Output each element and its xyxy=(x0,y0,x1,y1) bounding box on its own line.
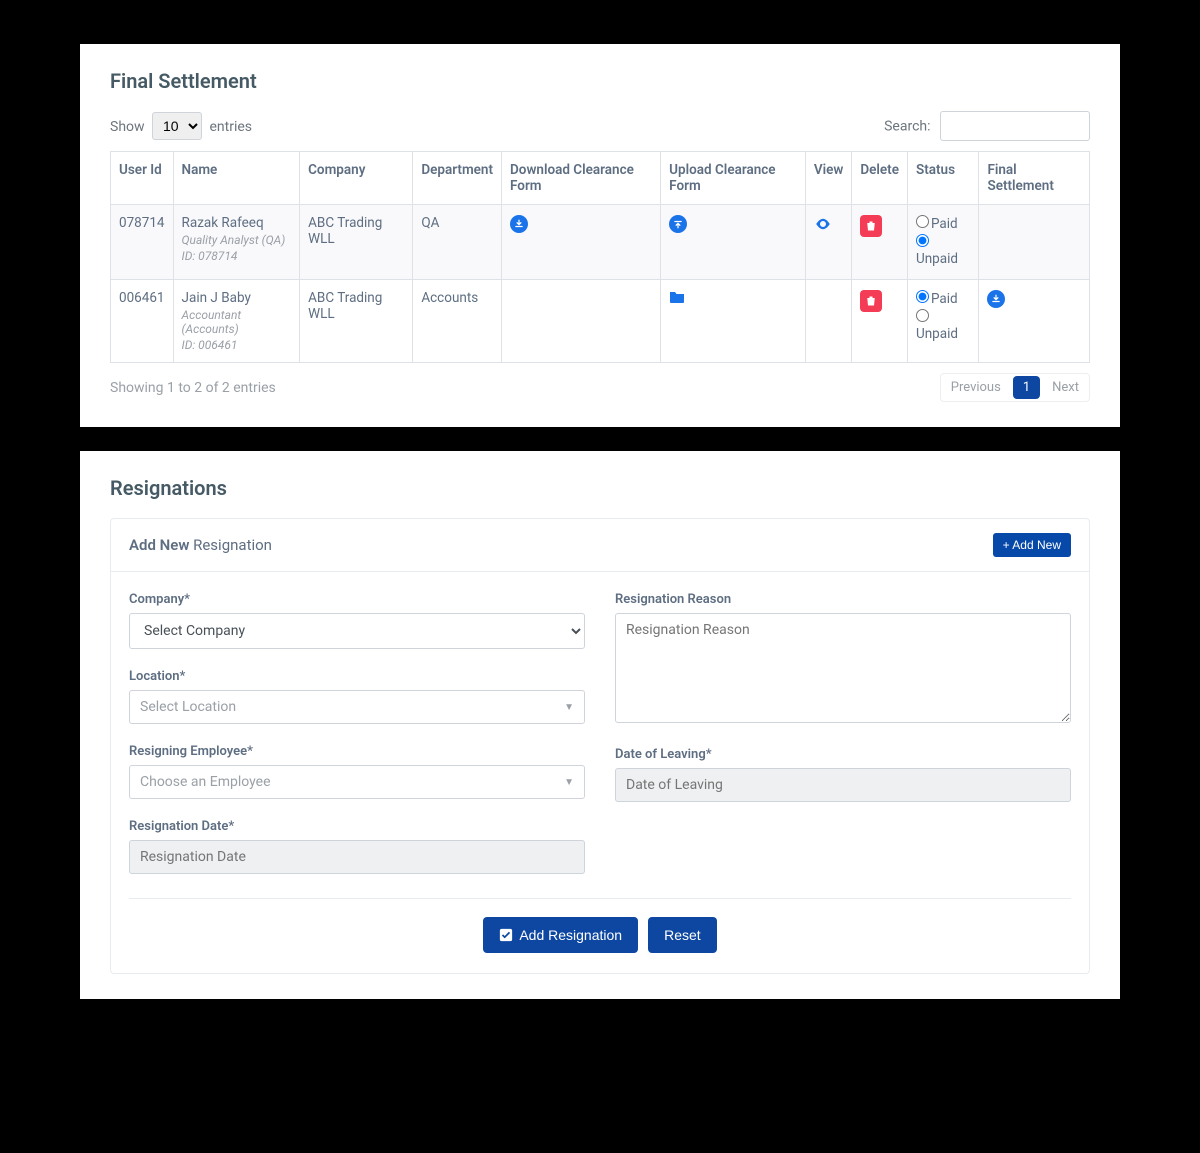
cell-status: Paid Unpaid xyxy=(907,205,978,280)
entries-select[interactable]: 10 xyxy=(152,112,202,140)
card-header: Add New Resignation + Add New xyxy=(111,519,1089,572)
view-icon[interactable] xyxy=(814,221,832,237)
cell-view xyxy=(805,205,852,280)
cell-upload xyxy=(661,280,806,363)
leaving-label: Date of Leaving* xyxy=(615,747,1071,762)
table-body: 078714Razak RafeeqQuality Analyst (QA)ID… xyxy=(111,205,1090,363)
employee-placeholder: Choose an Employee xyxy=(140,774,271,790)
chevron-down-icon: ▼ xyxy=(564,777,574,788)
page-1[interactable]: 1 xyxy=(1013,376,1040,399)
cell-department: Accounts xyxy=(413,280,502,363)
datatable-footer: Showing 1 to 2 of 2 entries Previous 1 N… xyxy=(110,373,1090,402)
search-input[interactable] xyxy=(940,111,1090,141)
cell-final xyxy=(979,280,1090,363)
col-user-id[interactable]: User Id xyxy=(111,152,174,205)
reset-button[interactable]: Reset xyxy=(648,917,717,953)
cell-download xyxy=(502,205,661,280)
col-name[interactable]: Name xyxy=(173,152,300,205)
search-label: Search: xyxy=(884,119,930,135)
delete-button[interactable] xyxy=(860,215,882,237)
company-label: Company* xyxy=(129,592,585,607)
cell-department: QA xyxy=(413,205,502,280)
delete-button[interactable] xyxy=(860,290,882,312)
col-status[interactable]: Status xyxy=(907,152,978,205)
settlement-table: User Id Name Company Department Download… xyxy=(110,151,1090,363)
download-icon[interactable] xyxy=(510,215,528,233)
cell-user-id: 006461 xyxy=(111,280,174,363)
location-placeholder: Select Location xyxy=(140,699,236,715)
name-id: ID: 078714 xyxy=(182,249,292,263)
add-resignation-card: Add New Resignation + Add New Company* S… xyxy=(110,518,1090,974)
entries-length: Show 10 entries xyxy=(110,112,252,140)
resignation-date-input[interactable] xyxy=(129,840,585,874)
cell-final xyxy=(979,205,1090,280)
reason-textarea[interactable] xyxy=(615,613,1071,723)
leaving-date-input[interactable] xyxy=(615,768,1071,802)
location-select[interactable]: Select Location ▼ xyxy=(129,690,585,724)
employee-label: Resigning Employee* xyxy=(129,744,585,759)
status-paid[interactable]: Paid xyxy=(916,290,970,307)
card-body: Company* Select Company Location* Select… xyxy=(111,572,1089,973)
col-company[interactable]: Company xyxy=(300,152,413,205)
cell-company: ABC Trading WLL xyxy=(300,280,413,363)
col-delete[interactable]: Delete xyxy=(852,152,908,205)
resignations-panel: Resignations Add New Resignation + Add N… xyxy=(80,451,1120,999)
search-wrap: Search: xyxy=(884,111,1090,141)
cell-status: Paid Unpaid xyxy=(907,280,978,363)
card-title: Add New Resignation xyxy=(129,536,272,554)
location-label: Location* xyxy=(129,669,585,684)
add-resignation-button[interactable]: Add Resignation xyxy=(483,917,638,953)
cell-user-id: 078714 xyxy=(111,205,174,280)
add-new-button[interactable]: + Add New xyxy=(993,533,1071,557)
check-square-icon xyxy=(499,928,513,942)
col-upload[interactable]: Upload Clearance Form xyxy=(661,152,806,205)
page-title: Resignations xyxy=(110,476,1090,500)
cell-upload xyxy=(661,205,806,280)
name-role: Quality Analyst (QA) xyxy=(182,233,292,247)
entries-label: entries xyxy=(210,119,253,135)
table-row: 006461Jain J BabyAccountant (Accounts)ID… xyxy=(111,280,1090,363)
reason-label: Resignation Reason xyxy=(615,592,1071,607)
cell-company: ABC Trading WLL xyxy=(300,205,413,280)
col-view[interactable]: View xyxy=(805,152,852,205)
company-select[interactable]: Select Company xyxy=(129,613,585,649)
page-previous[interactable]: Previous xyxy=(943,376,1009,399)
col-department[interactable]: Department xyxy=(413,152,502,205)
cell-delete xyxy=(852,205,908,280)
datatable-controls: Show 10 entries Search: xyxy=(110,111,1090,141)
page-title: Final Settlement xyxy=(110,69,1090,93)
chevron-down-icon: ▼ xyxy=(564,702,574,713)
name-role: Accountant (Accounts) xyxy=(182,308,292,336)
cell-delete xyxy=(852,280,908,363)
table-row: 078714Razak RafeeqQuality Analyst (QA)ID… xyxy=(111,205,1090,280)
upload-icon[interactable] xyxy=(669,215,687,233)
employee-select[interactable]: Choose an Employee ▼ xyxy=(129,765,585,799)
status-unpaid[interactable]: Unpaid xyxy=(916,309,970,342)
col-download[interactable]: Download Clearance Form xyxy=(502,152,661,205)
page-next[interactable]: Next xyxy=(1044,376,1087,399)
col-final[interactable]: Final Settlement xyxy=(979,152,1090,205)
form-actions: Add Resignation Reset xyxy=(129,898,1071,953)
status-unpaid[interactable]: Unpaid xyxy=(916,234,970,267)
table-info: Showing 1 to 2 of 2 entries xyxy=(110,380,276,396)
cell-view xyxy=(805,280,852,363)
cell-name: Jain J BabyAccountant (Accounts)ID: 0064… xyxy=(173,280,300,363)
show-label: Show xyxy=(110,119,145,135)
cell-download xyxy=(502,280,661,363)
pagination: Previous 1 Next xyxy=(940,373,1090,402)
cell-name: Razak RafeeqQuality Analyst (QA)ID: 0787… xyxy=(173,205,300,280)
resignation-date-label: Resignation Date* xyxy=(129,819,585,834)
status-paid[interactable]: Paid xyxy=(916,215,970,232)
final-settlement-panel: Final Settlement Show 10 entries Search:… xyxy=(80,44,1120,427)
folder-icon[interactable] xyxy=(669,292,685,308)
final-download-icon[interactable] xyxy=(987,290,1005,308)
name-id: ID: 006461 xyxy=(182,338,292,352)
